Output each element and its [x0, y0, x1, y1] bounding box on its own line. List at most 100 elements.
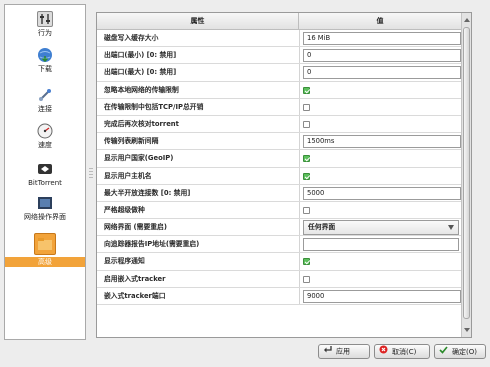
row-label: 显示程序通知 — [104, 257, 145, 266]
scrollbar-thumb[interactable] — [463, 27, 470, 319]
row-label: 在传输限制中包括TCP/IP总开销 — [104, 102, 204, 111]
table-row: 显示程序通知 — [97, 253, 461, 271]
download-globe-icon — [37, 47, 53, 63]
row-label: 最大半开放连接数 [0: 禁用] — [104, 188, 191, 197]
table-row: 严格超级做种 — [97, 201, 461, 220]
recheck-completed-checkbox[interactable] — [303, 120, 310, 128]
advanced-folder-icon — [34, 233, 56, 255]
row-label: 忽略本地网络的传输限制 — [104, 85, 179, 94]
bittorrent-icon — [37, 161, 53, 177]
sidebar-item-advanced[interactable]: 高级 — [5, 233, 85, 267]
outgoing-port-min-spinbox[interactable]: 0 — [303, 49, 461, 63]
sidebar-item-label: 下载 — [38, 65, 52, 73]
column-separator — [299, 64, 300, 81]
ok-label: 确定(O) — [452, 348, 477, 356]
max-half-open-spinbox[interactable]: 5000 — [303, 186, 461, 200]
show-peer-country-checkbox[interactable] — [303, 155, 310, 163]
sidebar-item-label: 速度 — [38, 141, 52, 149]
sidebar-item-behavior[interactable]: 行为 — [5, 11, 85, 45]
show-peer-hostname-checkbox[interactable] — [303, 172, 310, 180]
column-separator — [299, 287, 300, 304]
sidebar-item-label: 行为 — [38, 29, 52, 37]
column-separator — [299, 253, 300, 270]
table-row: 在传输限制中包括TCP/IP总开销 — [97, 98, 461, 116]
sidebar-item-speed[interactable]: 速度 — [5, 123, 85, 157]
cancel-icon — [379, 345, 388, 359]
sidebar-item-label: 高级 — [5, 257, 85, 267]
table-row: 最大半开放连接数 [0: 禁用] 5000 — [97, 184, 461, 202]
table-row: 网络界面 (需要重启) 任何界面 — [97, 219, 461, 237]
column-separator — [299, 30, 300, 47]
table-row: 启用嵌入式tracker — [97, 270, 461, 288]
ok-button[interactable]: 确定(O) — [434, 344, 486, 359]
speed-gauge-icon — [37, 123, 53, 139]
table-row: 向追踪器报告IP地址(需要重启) — [97, 236, 461, 254]
row-label: 显示用户国家(GeoIP) — [104, 154, 174, 163]
outgoing-port-max-spinbox[interactable]: 0 — [303, 66, 461, 80]
combo-value: 任何界面 — [308, 223, 336, 232]
column-separator — [299, 150, 300, 167]
settings-sidebar: 行为 下载 连接 速度 BitTorrent 网络操作界面 高级 — [4, 4, 86, 340]
row-label: 严格超级做种 — [104, 205, 145, 214]
sidebar-item-web-ui[interactable]: 网络操作界面 — [5, 195, 85, 229]
vertical-scrollbar[interactable] — [461, 13, 471, 337]
table-row: 忽略本地网络的传输限制 — [97, 81, 461, 99]
sidebar-item-label: 网络操作界面 — [24, 213, 66, 221]
column-separator — [299, 167, 300, 184]
sidebar-item-connection[interactable]: 连接 — [5, 87, 85, 121]
sidebar-item-download[interactable]: 下载 — [5, 47, 85, 81]
advanced-settings-table: 属性 值 磁盘写入缓存大小 16 MiB 出端口(最小) [0: 禁用] 0 出… — [96, 12, 472, 338]
column-separator — [299, 47, 300, 64]
row-label: 完成后再次核对torrent — [104, 119, 179, 128]
scroll-down-icon[interactable] — [464, 328, 470, 332]
column-separator — [299, 81, 300, 98]
sidebar-item-label: BitTorrent — [28, 179, 62, 187]
cancel-button[interactable]: 取消(C) — [374, 344, 430, 359]
table-body: 磁盘写入缓存大小 16 MiB 出端口(最小) [0: 禁用] 0 出端口(最大… — [97, 30, 461, 305]
table-row: 嵌入式tracker端口 9000 — [97, 287, 461, 305]
table-row: 传输列表刷新间隔 1500ms — [97, 133, 461, 151]
row-label: 磁盘写入缓存大小 — [104, 34, 159, 42]
include-overhead-checkbox[interactable] — [303, 103, 310, 111]
column-separator — [299, 184, 300, 201]
row-label: 出端口(最大) [0: 禁用] — [104, 68, 177, 77]
row-label: 嵌入式tracker端口 — [104, 291, 166, 300]
row-label: 网络界面 (需要重启) — [104, 223, 167, 232]
tracker-port-spinbox[interactable]: 9000 — [303, 289, 461, 303]
apply-label: 应用 — [336, 347, 350, 356]
refresh-interval-spinbox[interactable]: 1500ms — [303, 135, 461, 149]
network-interface-combo[interactable]: 任何界面 — [303, 220, 459, 236]
checkmark-icon — [439, 345, 448, 359]
table-row: 出端口(最小) [0: 禁用] 0 — [97, 47, 461, 65]
announce-ip-input[interactable] — [303, 238, 459, 252]
column-separator — [299, 270, 300, 287]
column-separator — [299, 219, 300, 236]
table-row: 显示用户国家(GeoIP) — [97, 150, 461, 168]
disk-cache-spinbox[interactable]: 16 MiB — [303, 32, 461, 45]
sidebar-item-label: 连接 — [38, 105, 52, 113]
scroll-up-icon[interactable] — [464, 18, 470, 22]
column-header-property[interactable]: 属性 — [97, 13, 299, 29]
column-separator — [299, 133, 300, 150]
row-label: 出端口(最小) [0: 禁用] — [104, 51, 177, 60]
table-row: 磁盘写入缓存大小 16 MiB — [97, 30, 461, 48]
strict-super-seeding-checkbox[interactable] — [303, 206, 310, 214]
table-header: 属性 值 — [97, 13, 461, 30]
column-separator — [299, 115, 300, 133]
column-separator — [299, 201, 300, 219]
apply-arrow-icon — [323, 345, 332, 358]
embedded-tracker-checkbox[interactable] — [303, 275, 310, 283]
ignore-lan-limits-checkbox[interactable] — [303, 86, 310, 94]
program-notifications-checkbox[interactable] — [303, 258, 310, 266]
apply-button[interactable]: 应用 — [318, 344, 370, 359]
column-header-value[interactable]: 值 — [299, 13, 461, 29]
sidebar-item-bittorrent[interactable]: BitTorrent — [5, 161, 85, 195]
chevron-down-icon — [448, 225, 454, 231]
table-row: 完成后再次核对torrent — [97, 115, 461, 134]
behavior-icon — [37, 11, 53, 27]
column-separator — [299, 236, 300, 253]
table-row: 出端口(最大) [0: 禁用] 0 — [97, 64, 461, 82]
row-label: 传输列表刷新间隔 — [104, 137, 159, 146]
pane-splitter[interactable] — [87, 4, 95, 340]
row-label: 显示用户主机名 — [104, 171, 152, 180]
